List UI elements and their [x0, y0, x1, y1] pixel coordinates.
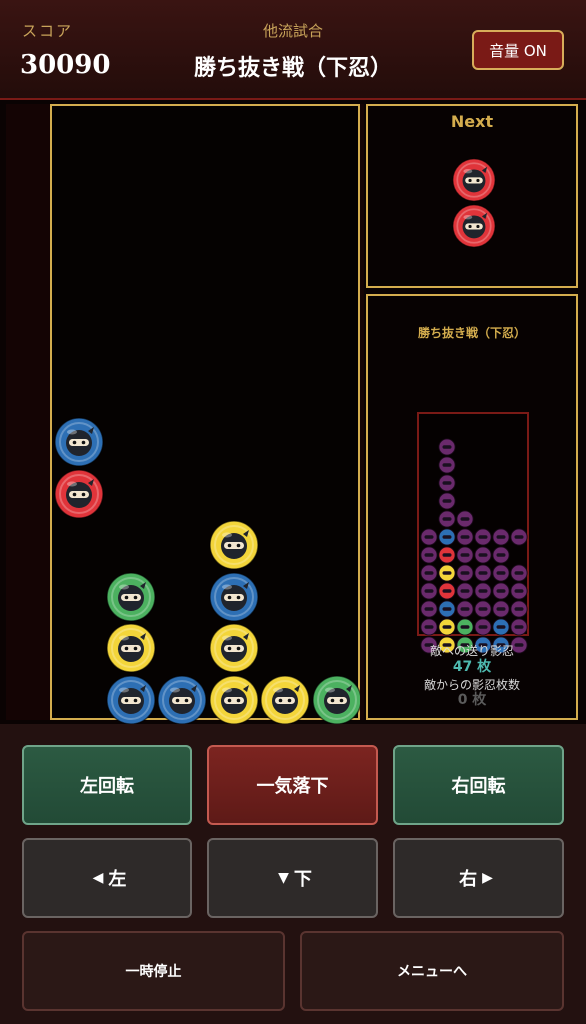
- opponent-piece-purple: [474, 582, 492, 600]
- menu-button[interactable]: メニューへ: [300, 931, 564, 1011]
- opponent-piece-purple: [510, 582, 528, 600]
- opponent-piece-blue: [492, 618, 510, 636]
- game-area: Next 勝ち抜き戦（下忍） 敵への送り影忍 47 枚 敵からの影忍枚数 0 枚: [0, 100, 586, 725]
- board-piece-yellow: [208, 520, 259, 570]
- move-right-label: 右: [459, 869, 478, 890]
- opponent-title: 勝ち抜き戦（下忍）: [417, 326, 526, 340]
- opponent-piece-purple: [492, 546, 510, 564]
- opponent-piece-purple: [420, 618, 438, 636]
- board-piece-yellow: [105, 623, 156, 673]
- opponent-piece-purple: [492, 564, 510, 582]
- next-piece-red: [452, 158, 496, 202]
- board-piece-green: [311, 674, 362, 725]
- received-value: 0 枚: [457, 692, 487, 708]
- opponent-piece-purple: [420, 528, 438, 546]
- down-arrow-icon: ▼: [278, 870, 289, 886]
- opponent-piece-purple: [420, 564, 438, 582]
- opponent-piece-purple: [438, 492, 456, 510]
- divider: [360, 104, 364, 720]
- rotate-right-label: 右回転: [451, 776, 506, 797]
- opponent-piece-yellow: [438, 564, 456, 582]
- rotate-left-button[interactable]: 左回転: [22, 745, 192, 825]
- opponent-piece-purple: [510, 528, 528, 546]
- hard-drop-label: 一気落下: [256, 776, 329, 797]
- next-panel: Next: [366, 104, 578, 288]
- opponent-piece-purple: [438, 456, 456, 474]
- opponent-piece-purple: [420, 582, 438, 600]
- opponent-piece-purple: [456, 582, 474, 600]
- opponent-piece-purple: [420, 600, 438, 618]
- move-left-label: 左: [108, 869, 127, 890]
- sound-toggle-button[interactable]: 音量 ON: [472, 30, 564, 70]
- controls: 左回転 一気落下 右回転 ◀ 左 ▼ 下 右 ▶ 一時停止 メニューへ: [0, 724, 586, 1024]
- game-screen: スコア 30090 他流試合 勝ち抜き戦（下忍） 音量 ON Next 勝ち抜き…: [0, 0, 586, 1024]
- opponent-piece-purple: [474, 528, 492, 546]
- opponent-piece-purple: [456, 510, 474, 528]
- opponent-panel: 勝ち抜き戦（下忍） 敵への送り影忍 47 枚 敵からの影忍枚数 0 枚: [366, 294, 578, 720]
- opponent-piece-purple: [474, 600, 492, 618]
- next-piece-red: [452, 204, 496, 248]
- board-piece-blue: [105, 674, 156, 725]
- right-arrow-icon: ▶: [482, 870, 493, 886]
- opponent-piece-purple: [510, 564, 528, 582]
- opponent-piece-yellow: [438, 618, 456, 636]
- board-piece-blue: [157, 674, 207, 725]
- pause-label: 一時停止: [125, 964, 182, 980]
- opponent-piece-blue: [438, 600, 456, 618]
- board-piece-blue: [208, 571, 259, 622]
- hard-drop-button[interactable]: 一気落下: [207, 745, 378, 825]
- board-piece-blue: [54, 417, 104, 467]
- pause-button[interactable]: 一時停止: [22, 931, 285, 1011]
- play-board: [50, 104, 362, 725]
- opponent-piece-purple: [420, 546, 438, 564]
- board-piece-yellow: [208, 674, 259, 725]
- opponent-piece-purple: [456, 600, 474, 618]
- opponent-piece-purple: [438, 510, 456, 528]
- opponent-piece-purple: [492, 582, 510, 600]
- left-arrow-icon: ◀: [92, 870, 104, 886]
- opponent-piece-purple: [474, 546, 492, 564]
- opponent-piece-purple: [456, 546, 474, 564]
- opponent-piece-purple: [456, 528, 474, 546]
- opponent-piece-green: [456, 618, 474, 636]
- left-margin: [6, 104, 50, 720]
- next-title: Next: [450, 112, 494, 131]
- opponent-piece-purple: [474, 564, 492, 582]
- opponent-board: [417, 412, 529, 654]
- move-down-button[interactable]: ▼ 下: [207, 838, 378, 918]
- move-down-label: 下: [293, 869, 312, 890]
- opponent-piece-red: [438, 546, 456, 564]
- move-left-button[interactable]: ◀ 左: [22, 838, 192, 918]
- move-right-button[interactable]: 右 ▶: [393, 838, 564, 918]
- board-piece-red: [54, 468, 104, 519]
- opponent-piece-purple: [492, 528, 510, 546]
- board-piece-yellow: [260, 674, 310, 725]
- opponent-piece-purple: [510, 600, 528, 618]
- opponent-piece-red: [438, 582, 456, 600]
- opponent-piece-blue: [438, 528, 456, 546]
- opponent-piece-purple: [492, 600, 510, 618]
- opponent-piece-purple: [438, 474, 456, 492]
- board-piece-yellow: [208, 623, 259, 673]
- board-piece-green: [105, 571, 156, 622]
- opponent-piece-purple: [474, 618, 492, 636]
- menu-label: メニューへ: [397, 964, 467, 980]
- opponent-piece-purple: [456, 564, 474, 582]
- opponent-piece-purple: [438, 438, 456, 456]
- sent-value: 47 枚: [452, 659, 492, 675]
- header: スコア 30090 他流試合 勝ち抜き戦（下忍） 音量 ON: [0, 0, 586, 100]
- rotate-right-button[interactable]: 右回転: [393, 745, 564, 825]
- opponent-piece-purple: [510, 618, 528, 636]
- rotate-left-label: 左回転: [80, 776, 134, 797]
